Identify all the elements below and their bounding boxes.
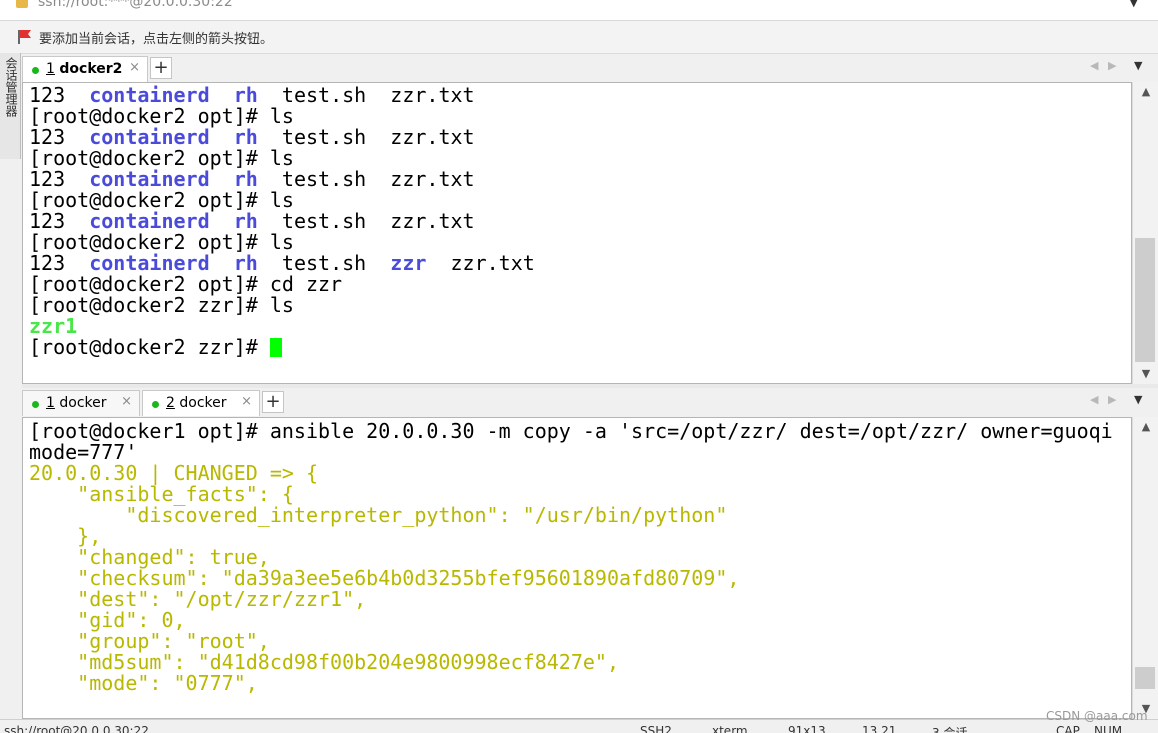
tab-label: docker <box>59 395 107 411</box>
terminal-text-segment: [root@docker2 zzr]# <box>29 335 270 359</box>
terminal-text-segment: "mode": "0777", <box>29 671 258 695</box>
terminal-line: mode=777' <box>29 442 1113 463</box>
hint-bar: 要添加当前会话，点击左侧的箭头按钮。 <box>0 21 1158 54</box>
terminal-text-segment: zzr.txt <box>426 251 535 275</box>
terminal-line: [root@docker2 zzr]# <box>29 337 535 358</box>
scroll-up-icon[interactable]: ▲ <box>1133 82 1158 102</box>
close-icon[interactable]: × <box>241 394 252 409</box>
terminal-line: "changed": true, <box>29 547 1113 568</box>
terminal-line: "gid": 0, <box>29 610 1113 631</box>
session-manager-label: 会话管理器 <box>4 57 18 117</box>
hint-text: 要添加当前会话，点击左侧的箭头按钮。 <box>39 32 274 47</box>
tab-scroll-left-icon[interactable]: ◀ <box>1090 59 1098 72</box>
chevron-down-icon[interactable]: ▼ <box>1130 0 1138 9</box>
tab-scroll-right-icon[interactable]: ▶ <box>1108 59 1116 72</box>
terminal-text-segment: zzr <box>390 251 427 275</box>
terminal-line: "dest": "/opt/zzr/zzr1", <box>29 589 1113 610</box>
new-tab-button[interactable]: + <box>150 57 172 79</box>
tab-docker2[interactable]: 1 docker2 × <box>22 56 148 82</box>
status-bar: ssh://root@20.0.0.30:22 SSH2 xterm 91x13… <box>0 719 1158 733</box>
terminal-line: [root@docker2 opt]# ls <box>29 232 535 253</box>
terminal-line: "md5sum": "d41d8cd98f00b204e9800998ecf84… <box>29 652 1113 673</box>
terminal-line: 123 containerd rh test.sh zzr.txt <box>29 169 535 190</box>
scroll-up-icon[interactable]: ▲ <box>1133 417 1158 437</box>
terminal-line: "group": "root", <box>29 631 1113 652</box>
terminal-line: 123 containerd rh test.sh zzr.txt <box>29 127 535 148</box>
lock-icon <box>16 0 28 8</box>
terminal-line: [root@docker1 opt]# ansible 20.0.0.30 -m… <box>29 421 1113 442</box>
new-tab-button[interactable]: + <box>262 391 284 413</box>
tab-label: docker <box>179 395 227 411</box>
terminal-line: "mode": "0777", <box>29 673 1113 694</box>
terminal-line: 123 containerd rh test.sh zzr.txt <box>29 211 535 232</box>
terminal-line: [root@docker2 opt]# cd zzr <box>29 274 535 295</box>
tab-number: 2 <box>166 395 175 411</box>
terminal-pane-docker[interactable]: [root@docker1 opt]# ansible 20.0.0.30 -m… <box>22 417 1132 719</box>
bookmark-arrow-icon[interactable] <box>18 29 32 45</box>
terminal-line: [root@docker2 opt]# ls <box>29 148 535 169</box>
terminal-line: 123 containerd rh test.sh zzr.txt <box>29 85 535 106</box>
tab-number: 1 <box>46 61 55 77</box>
terminal-output: [root@docker1 opt]# ansible 20.0.0.30 -m… <box>29 421 1113 694</box>
tab-docker-1[interactable]: 1 docker × <box>22 390 140 416</box>
scroll-down-icon[interactable]: ▼ <box>1133 364 1158 384</box>
scrollbar-thumb[interactable] <box>1135 238 1155 362</box>
terminal-text-segment: "discovered_interpreter_python": "/usr/b… <box>29 503 728 527</box>
terminal-line: 20.0.0.30 | CHANGED => { <box>29 463 1113 484</box>
connected-status-icon <box>32 401 39 408</box>
terminal-line: 123 containerd rh test.sh zzr zzr.txt <box>29 253 535 274</box>
terminal-line: "checksum": "da39a3ee5e6b4b0d3255bfef956… <box>29 568 1113 589</box>
pane1-tabbar: 1 docker2 × + ◀ ▶ ▼ <box>22 54 1158 82</box>
terminal-line: [root@docker2 opt]# ls <box>29 190 535 211</box>
tab-label: docker2 <box>59 61 123 77</box>
tab-scroll-right-icon[interactable]: ▶ <box>1108 393 1116 406</box>
terminal-scrollbar[interactable]: ▲ ▼ <box>1132 82 1158 384</box>
address-bar[interactable]: ssh://root:***@20.0.0.30:22 ▼ <box>0 0 1158 21</box>
terminal-scrollbar[interactable]: ▲ ▼ <box>1132 417 1158 719</box>
terminal-output: 123 containerd rh test.sh zzr.txt [root@d… <box>29 85 535 358</box>
terminal-line: zzr1 <box>29 316 535 337</box>
pane2-tabbar: 1 docker × 2 docker × + ◀ ▶ ▼ <box>22 388 1158 416</box>
tab-docker-2[interactable]: 2 docker × <box>142 390 260 416</box>
terminal-text-segment: [root@docker1 opt]# ansible 20.0.0.30 -m… <box>29 419 1113 443</box>
terminal-line: "ansible_facts": { <box>29 484 1113 505</box>
connected-status-icon <box>32 67 39 74</box>
terminal-cursor <box>269 338 282 357</box>
terminal-line: [root@docker2 opt]# ls <box>29 106 535 127</box>
tab-scroll-left-icon[interactable]: ◀ <box>1090 393 1098 406</box>
scrollbar-thumb[interactable] <box>1135 667 1155 689</box>
watermark: CSDN @aaa.com <box>1046 709 1148 723</box>
terminal-line: }, <box>29 526 1113 547</box>
terminal-pane-docker2[interactable]: 123 containerd rh test.sh zzr.txt [root@d… <box>22 82 1132 384</box>
tab-number: 1 <box>46 395 55 411</box>
tab-list-dropdown-icon[interactable]: ▼ <box>1134 59 1142 72</box>
terminal-line: [root@docker2 zzr]# ls <box>29 295 535 316</box>
close-icon[interactable]: × <box>129 60 140 75</box>
session-manager-tab[interactable]: 会话管理器 <box>0 53 21 159</box>
connected-status-icon <box>152 401 159 408</box>
close-icon[interactable]: × <box>121 394 132 409</box>
address-text: ssh://root:***@20.0.0.30:22 <box>38 0 233 10</box>
terminal-line: "discovered_interpreter_python": "/usr/b… <box>29 505 1113 526</box>
tab-list-dropdown-icon[interactable]: ▼ <box>1134 393 1142 406</box>
